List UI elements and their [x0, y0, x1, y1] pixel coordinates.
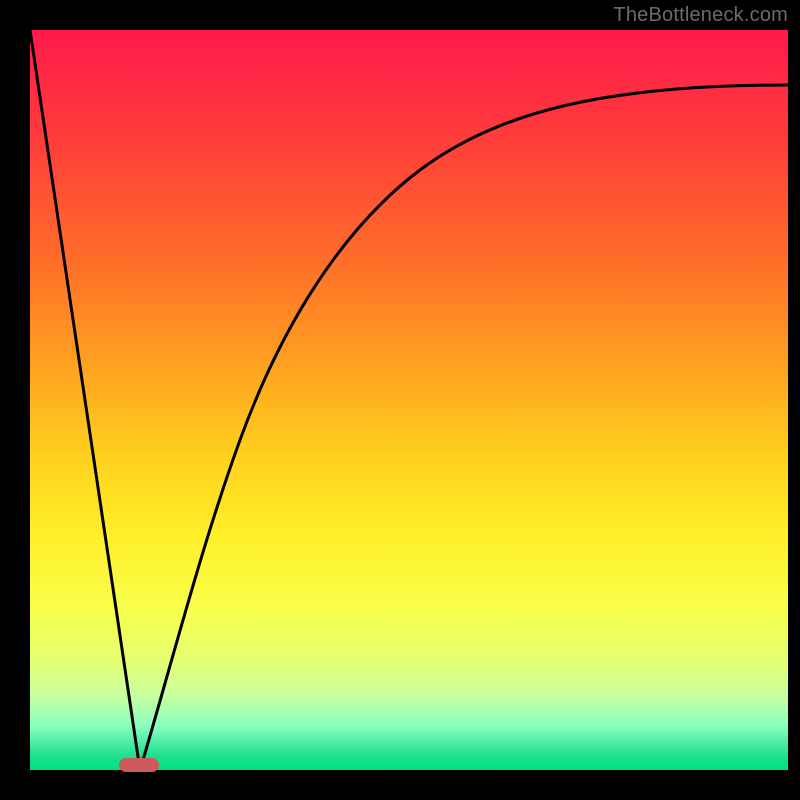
left-line-path [30, 30, 140, 770]
curve-layer [30, 30, 788, 770]
right-curve-path [140, 85, 788, 770]
watermark-text: TheBottleneck.com [613, 4, 788, 27]
chart-frame: TheBottleneck.com [0, 0, 800, 800]
minimum-marker [119, 758, 159, 772]
